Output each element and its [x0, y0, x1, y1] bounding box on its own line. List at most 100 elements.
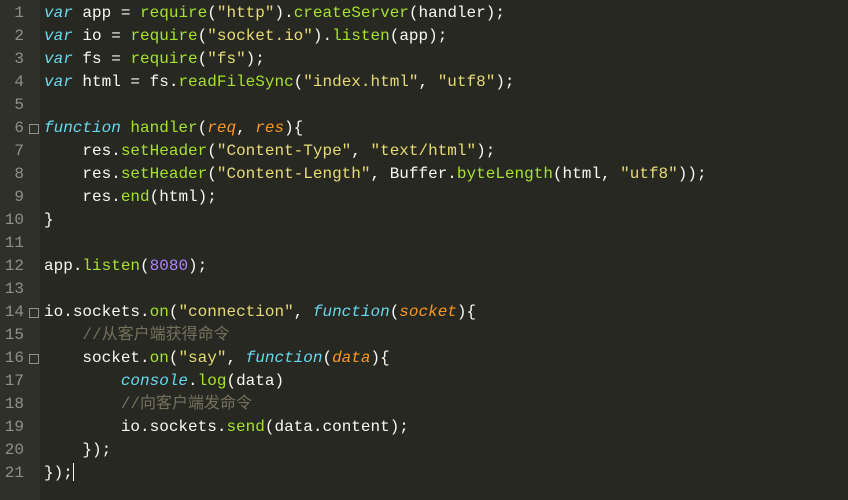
code-line[interactable]	[44, 94, 848, 117]
token-str: "Content-Type"	[217, 142, 351, 160]
token-pn	[121, 119, 131, 137]
line-number: 1	[2, 2, 24, 25]
fold-cell	[28, 186, 40, 209]
token-pn	[44, 349, 82, 367]
token-prm: socket	[399, 303, 457, 321]
code-line[interactable]: //向客户端发命令	[44, 393, 848, 416]
token-id: handler	[419, 4, 486, 22]
fold-marker-icon[interactable]	[29, 124, 39, 134]
token-pn: .	[140, 418, 150, 436]
token-pn: =	[121, 73, 150, 91]
line-number: 6	[2, 117, 24, 140]
token-prm: data	[332, 349, 370, 367]
token-fnkw: function	[44, 119, 121, 137]
token-pn: (	[226, 372, 236, 390]
token-kw: var	[44, 27, 73, 45]
code-line[interactable]: //从客户端获得命令	[44, 324, 848, 347]
code-area[interactable]: var app = require("http").createServer(h…	[40, 0, 848, 500]
line-number: 4	[2, 71, 24, 94]
fold-cell	[28, 117, 40, 140]
token-id: sockets	[150, 418, 217, 436]
token-id: data	[274, 418, 312, 436]
code-line[interactable]: });	[44, 439, 848, 462]
code-line[interactable]: res.setHeader("Content-Type", "text/html…	[44, 140, 848, 163]
token-pn: ,	[226, 349, 245, 367]
token-pn: (	[207, 4, 217, 22]
token-pn: .	[140, 303, 150, 321]
token-id: res	[82, 165, 111, 183]
token-pn: (	[198, 50, 208, 68]
token-pn	[73, 73, 83, 91]
token-kw: var	[44, 4, 73, 22]
fold-cell	[28, 140, 40, 163]
token-pn: ,	[351, 142, 370, 160]
token-pn	[73, 4, 83, 22]
fold-cell	[28, 94, 40, 117]
token-pn: (	[198, 27, 208, 45]
fold-cell	[28, 347, 40, 370]
line-number: 13	[2, 278, 24, 301]
token-pn: );	[428, 27, 447, 45]
token-id: socket	[82, 349, 140, 367]
token-pn: (	[322, 349, 332, 367]
code-line[interactable]: });	[44, 462, 848, 485]
token-pn: .	[111, 142, 121, 160]
line-number: 5	[2, 94, 24, 117]
code-line[interactable]: console.log(data)	[44, 370, 848, 393]
code-line[interactable]: var html = fs.readFileSync("index.html",…	[44, 71, 848, 94]
fold-cell	[28, 301, 40, 324]
token-fn: on	[150, 349, 169, 367]
token-fn: readFileSync	[178, 73, 293, 91]
code-line[interactable]: res.setHeader("Content-Length", Buffer.b…	[44, 163, 848, 186]
token-pn: );	[188, 257, 207, 275]
code-line[interactable]: io.sockets.send(data.content);	[44, 416, 848, 439]
code-line[interactable]: var fs = require("fs");	[44, 48, 848, 71]
code-line[interactable]: }	[44, 209, 848, 232]
token-pn: =	[102, 27, 131, 45]
token-pn: .	[111, 165, 121, 183]
fold-cell	[28, 163, 40, 186]
fold-cell	[28, 278, 40, 301]
code-line[interactable]	[44, 232, 848, 255]
fold-cell	[28, 393, 40, 416]
token-pn: .	[63, 303, 73, 321]
code-line[interactable]: io.sockets.on("connection", function(soc…	[44, 301, 848, 324]
line-number: 16	[2, 347, 24, 370]
line-number: 2	[2, 25, 24, 48]
code-line[interactable]: var io = require("socket.io").listen(app…	[44, 25, 848, 48]
line-number: 21	[2, 462, 24, 485]
token-pn: (	[390, 303, 400, 321]
fold-cell	[28, 439, 40, 462]
token-fn: byteLength	[457, 165, 553, 183]
token-num: 8080	[150, 257, 188, 275]
code-line[interactable]: socket.on("say", function(data){	[44, 347, 848, 370]
token-id: io	[44, 303, 63, 321]
token-pn	[44, 326, 82, 344]
token-pn	[44, 188, 82, 206]
token-pn	[73, 27, 83, 45]
fold-cell	[28, 324, 40, 347]
token-cm: //向客户端发命令	[121, 395, 252, 413]
token-pn: (	[169, 349, 179, 367]
fold-cell	[28, 25, 40, 48]
code-line[interactable]: res.end(html);	[44, 186, 848, 209]
token-pn: (	[294, 73, 304, 91]
token-str: "socket.io"	[207, 27, 313, 45]
code-line[interactable]	[44, 278, 848, 301]
line-number: 12	[2, 255, 24, 278]
code-line[interactable]: var app = require("http").createServer(h…	[44, 2, 848, 25]
code-editor[interactable]: 123456789101112131415161718192021 var ap…	[0, 0, 848, 500]
token-id: res	[82, 188, 111, 206]
token-pn	[44, 418, 121, 436]
token-pn: ).	[274, 4, 293, 22]
token-pn: =	[111, 4, 140, 22]
fold-marker-icon[interactable]	[29, 354, 39, 364]
line-number: 8	[2, 163, 24, 186]
token-pn: .	[73, 257, 83, 275]
code-line[interactable]: app.listen(8080);	[44, 255, 848, 278]
token-str: "index.html"	[303, 73, 418, 91]
code-line[interactable]: function handler(req, res){	[44, 117, 848, 140]
fold-marker-icon[interactable]	[29, 308, 39, 318]
line-number: 14	[2, 301, 24, 324]
token-pn: ,	[236, 119, 255, 137]
